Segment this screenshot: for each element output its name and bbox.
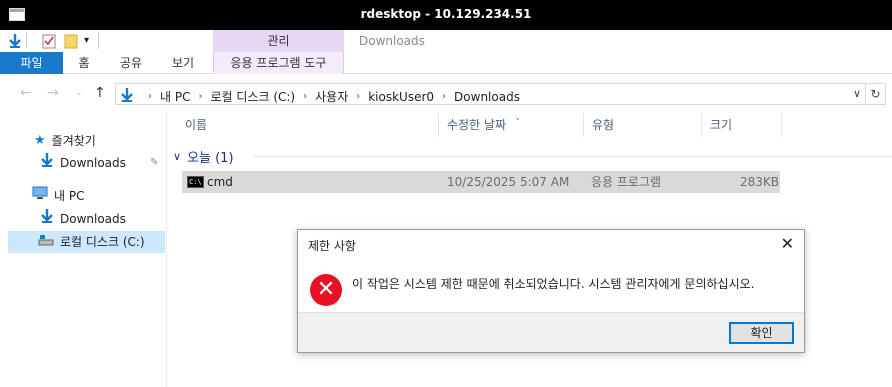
tab-share[interactable]: 공유 — [116, 52, 146, 74]
forward-button[interactable]: → — [47, 85, 59, 101]
dialog-title: 제한 사항 — [308, 239, 356, 253]
breadcrumb-separator[interactable]: › — [356, 91, 360, 102]
window-title: rdesktop - 10.129.234.51 — [360, 7, 532, 21]
nav-item-this-pc[interactable]: 내 PC — [32, 185, 84, 207]
ribbon-tabs: 파일 홈 공유 보기 응용 프로그램 도구 — [0, 52, 892, 74]
recent-dropdown-button[interactable]: ⌄ — [75, 88, 83, 98]
down-arrow-icon — [40, 152, 54, 175]
title-bar: rdesktop - 10.129.234.51 — [0, 0, 892, 30]
sort-chevron-icon: ⌄ — [514, 113, 522, 123]
error-icon: ✕ — [310, 274, 342, 306]
toolbar-divider — [26, 33, 27, 49]
file-name: cmd — [207, 175, 233, 189]
close-icon[interactable]: ✕ — [781, 234, 794, 253]
ok-button[interactable]: 확인 — [729, 322, 794, 344]
nav-item-quick-downloads[interactable]: Downloads — [40, 152, 126, 174]
column-headers: 이름 수정한 날짜 ⌄ 유형 크기 — [177, 113, 892, 137]
back-button[interactable]: ← — [20, 85, 32, 101]
drive-icon — [38, 231, 54, 253]
context-tab-header: 관리 — [213, 30, 344, 52]
breadcrumb-this-pc[interactable]: 내 PC — [160, 88, 190, 105]
down-arrow-icon — [40, 208, 54, 231]
chevron-down-icon: ∨ — [173, 150, 182, 163]
tab-home[interactable]: 홈 — [71, 52, 97, 74]
address-bar[interactable]: › 내 PC › 로컬 디스크 (C:) › 사용자 › kioskUser0 … — [115, 83, 866, 105]
group-divider — [253, 156, 892, 157]
tab-file[interactable]: 파일 — [0, 52, 63, 74]
refresh-icon[interactable]: ↻ — [866, 83, 886, 105]
breadcrumb-separator[interactable]: › — [303, 91, 307, 102]
file-size: 283KB — [740, 175, 780, 189]
folder-icon[interactable] — [64, 33, 78, 49]
pin-icon[interactable]: ✎ — [150, 157, 158, 168]
restriction-dialog: 제한 사항 ✕ ✕ 이 작업은 시스템 제한 때문에 취소되었습니다. 시스템 … — [297, 229, 805, 353]
nav-item-label: 즐겨찾기 — [51, 134, 96, 148]
breadcrumb-separator[interactable]: › — [148, 91, 152, 102]
column-header-size[interactable]: 크기 — [702, 113, 782, 137]
breadcrumb-users[interactable]: 사용자 — [315, 88, 348, 105]
group-header-today[interactable]: ∨ 오늘 (1) — [173, 147, 892, 166]
quick-access-toolbar: ▾ — [0, 30, 892, 52]
group-label: 오늘 (1) — [187, 151, 234, 166]
file-type: 응용 프로그램 — [591, 175, 662, 189]
nav-item-label: 내 PC — [54, 189, 85, 203]
cmd-icon: C:\ — [187, 176, 204, 188]
nav-item-label: Downloads — [60, 156, 126, 170]
breadcrumb: › 내 PC › 로컬 디스크 (C:) › 사용자 › kioskUser0 … — [120, 87, 520, 106]
down-arrow-icon — [120, 87, 134, 106]
chevron-down-icon[interactable]: ∨ — [853, 87, 861, 100]
breadcrumb-separator[interactable]: › — [198, 91, 202, 102]
file-modified: 10/25/2025 5:07 AM — [447, 175, 570, 189]
breadcrumb-user[interactable]: kioskUser0 — [368, 90, 434, 104]
nav-item-quick-access[interactable]: ★ 즐겨찾기 — [34, 130, 96, 152]
navigation-pane: ★ 즐겨찾기 Downloads ✎ 내 PC Downloads 로컬 디스크… — [0, 110, 167, 387]
tab-view[interactable]: 보기 — [168, 52, 198, 74]
down-arrow-icon[interactable] — [8, 33, 22, 49]
checkbox-icon[interactable] — [42, 33, 56, 49]
nav-item-local-disk[interactable]: 로컬 디스크 (C:) — [8, 231, 165, 253]
dialog-message: 이 작업은 시스템 제한 때문에 취소되었습니다. 시스템 관리자에게 문의하십… — [352, 277, 755, 291]
column-header-modified[interactable]: 수정한 날짜 — [439, 113, 584, 137]
dialog-footer: 확인 — [298, 312, 804, 352]
pc-icon — [32, 185, 48, 207]
breadcrumb-local-disk[interactable]: 로컬 디스크 (C:) — [210, 88, 295, 105]
breadcrumb-downloads[interactable]: Downloads — [454, 90, 520, 104]
tab-application-tools[interactable]: 응용 프로그램 도구 — [213, 52, 344, 74]
breadcrumb-separator[interactable]: › — [442, 91, 446, 102]
customize-qat-icon[interactable]: ▾ — [84, 33, 89, 49]
nav-item-pc-downloads[interactable]: Downloads — [40, 208, 126, 230]
column-header-type[interactable]: 유형 — [584, 113, 702, 137]
nav-item-label: Downloads — [60, 212, 126, 226]
nav-item-label: 로컬 디스크 (C:) — [60, 235, 145, 249]
up-button[interactable]: ↑ — [94, 85, 106, 101]
toolbar-divider — [98, 33, 99, 49]
window-folder-title: Downloads — [359, 34, 425, 48]
file-row[interactable]: C:\ cmd 10/25/2025 5:07 AM 응용 프로그램 283KB — [182, 171, 780, 193]
star-icon: ★ — [34, 133, 46, 148]
column-header-name[interactable]: 이름 — [177, 113, 439, 137]
